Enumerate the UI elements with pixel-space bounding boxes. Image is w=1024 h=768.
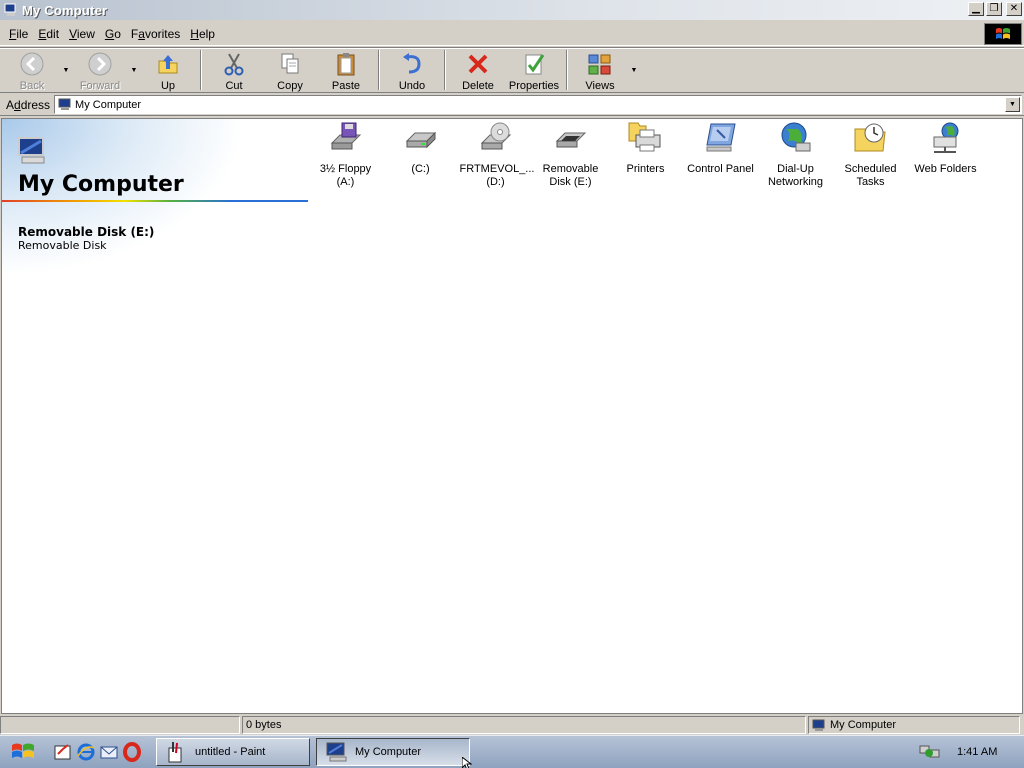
task-my-computer[interactable]: My Computer [316,738,470,766]
selected-item-name: Removable Disk (E:) [18,225,155,239]
standard-toolbar: Back ▼ Forward ▼ Up Cut Copy Paste Undo … [0,47,1024,93]
views-button[interactable]: Views [572,48,628,92]
paint-icon [165,740,189,764]
address-input[interactable]: My Computer ▼ [54,95,1022,114]
copy-button[interactable]: Copy [262,48,318,92]
removable-disk-icon [553,121,589,157]
address-dropdown-button[interactable]: ▼ [1005,97,1020,112]
show-desktop-icon[interactable] [53,742,73,762]
properties-icon [521,51,547,77]
item-grid: 3½ Floppy (A:) (C:) FRTMEVOL_... (D:) Remo… [308,121,983,189]
item-drive-c[interactable]: (C:) [383,121,458,189]
hard-drive-icon [403,121,439,157]
minimize-button[interactable]: ▁ [968,2,984,16]
web-folders-icon [928,121,964,157]
cut-button[interactable]: Cut [206,48,262,92]
cd-drive-icon [478,121,514,157]
views-icon [587,51,613,77]
undo-button[interactable]: Undo [384,48,440,92]
menu-bar: File Edit View Go Favorites Help [0,22,1024,46]
undo-icon [399,51,425,77]
clipboard-icon [333,51,359,77]
item-control-panel[interactable]: Control Panel [683,121,758,189]
address-bar: Address My Computer ▼ [0,94,1024,116]
properties-button[interactable]: Properties [506,48,562,92]
printers-folder-icon [628,121,664,157]
control-panel-icon [703,121,739,157]
my-computer-small-icon [812,719,826,732]
views-dropdown[interactable]: ▼ [628,48,640,92]
up-folder-icon [155,51,181,77]
back-arrow-icon [19,51,45,77]
delete-button[interactable]: Delete [450,48,506,92]
menu-go[interactable]: Go [100,27,126,41]
web-view-info-pane: My Computer Removable Disk (E:) Removabl… [2,119,312,319]
start-button[interactable] [3,738,43,767]
copy-icon [277,51,303,77]
taskbar: untitled - Paint My Computer 1:41 AM [0,735,1024,768]
mouse-cursor-icon [462,757,472,768]
folder-view[interactable]: My Computer Removable Disk (E:) Removabl… [1,118,1023,714]
my-computer-small-icon [58,98,72,111]
outlook-express-icon[interactable] [99,742,119,762]
floppy-drive-icon [328,121,364,157]
selected-item-type: Removable Disk [18,239,107,252]
status-size: 0 bytes [242,716,806,734]
my-computer-icon [4,3,18,17]
back-dropdown[interactable]: ▼ [60,48,72,92]
item-web-folders[interactable]: Web Folders [908,121,983,189]
menu-view[interactable]: View [64,27,100,41]
quick-launch [53,742,142,762]
menu-file[interactable]: File [4,27,33,41]
delete-x-icon [465,51,491,77]
menu-favorites[interactable]: Favorites [126,27,185,41]
scissors-icon [221,51,247,77]
item-floppy-a[interactable]: 3½ Floppy (A:) [308,121,383,189]
forward-dropdown[interactable]: ▼ [128,48,140,92]
title-bar[interactable]: My Computer ▁ ❐ ✕ [0,0,1024,20]
maximize-button[interactable]: ❐ [986,2,1002,16]
internet-explorer-icon[interactable] [76,742,96,762]
status-bar: 0 bytes My Computer [0,716,1024,735]
item-cd-d[interactable]: FRTMEVOL_... (D:) [458,121,534,189]
item-printers[interactable]: Printers [608,121,683,189]
address-label: Address [6,97,51,112]
clock[interactable]: 1:41 AM [957,746,997,758]
network-tray-icon[interactable] [919,743,941,761]
item-removable-e[interactable]: Removable Disk (E:) [533,121,608,189]
menu-help[interactable]: Help [185,27,220,41]
scheduled-tasks-icon [853,121,889,157]
forward-arrow-icon [87,51,113,77]
forward-button[interactable]: Forward [72,48,128,92]
rainbow-divider [2,200,308,202]
window-title: My Computer [22,2,108,18]
address-value: My Computer [75,98,142,111]
close-button[interactable]: ✕ [1006,2,1022,16]
windows-flag-icon [12,743,34,758]
status-message [0,716,240,734]
task-paint[interactable]: untitled - Paint [156,738,310,766]
my-computer-icon [325,740,349,764]
paste-button[interactable]: Paste [318,48,374,92]
item-scheduled-tasks[interactable]: Scheduled Tasks [833,121,908,189]
dialup-networking-icon [778,121,814,157]
opera-icon[interactable] [122,742,142,762]
status-zone: My Computer [808,716,1020,734]
back-button[interactable]: Back [4,48,60,92]
menu-edit[interactable]: Edit [33,27,64,41]
my-computer-large-icon [16,135,50,167]
system-tray: 1:41 AM [919,738,1024,766]
up-button[interactable]: Up [140,48,196,92]
windows-logo-icon [984,23,1022,45]
item-dialup-networking[interactable]: Dial-Up Networking [758,121,833,189]
pane-title: My Computer [18,172,184,197]
